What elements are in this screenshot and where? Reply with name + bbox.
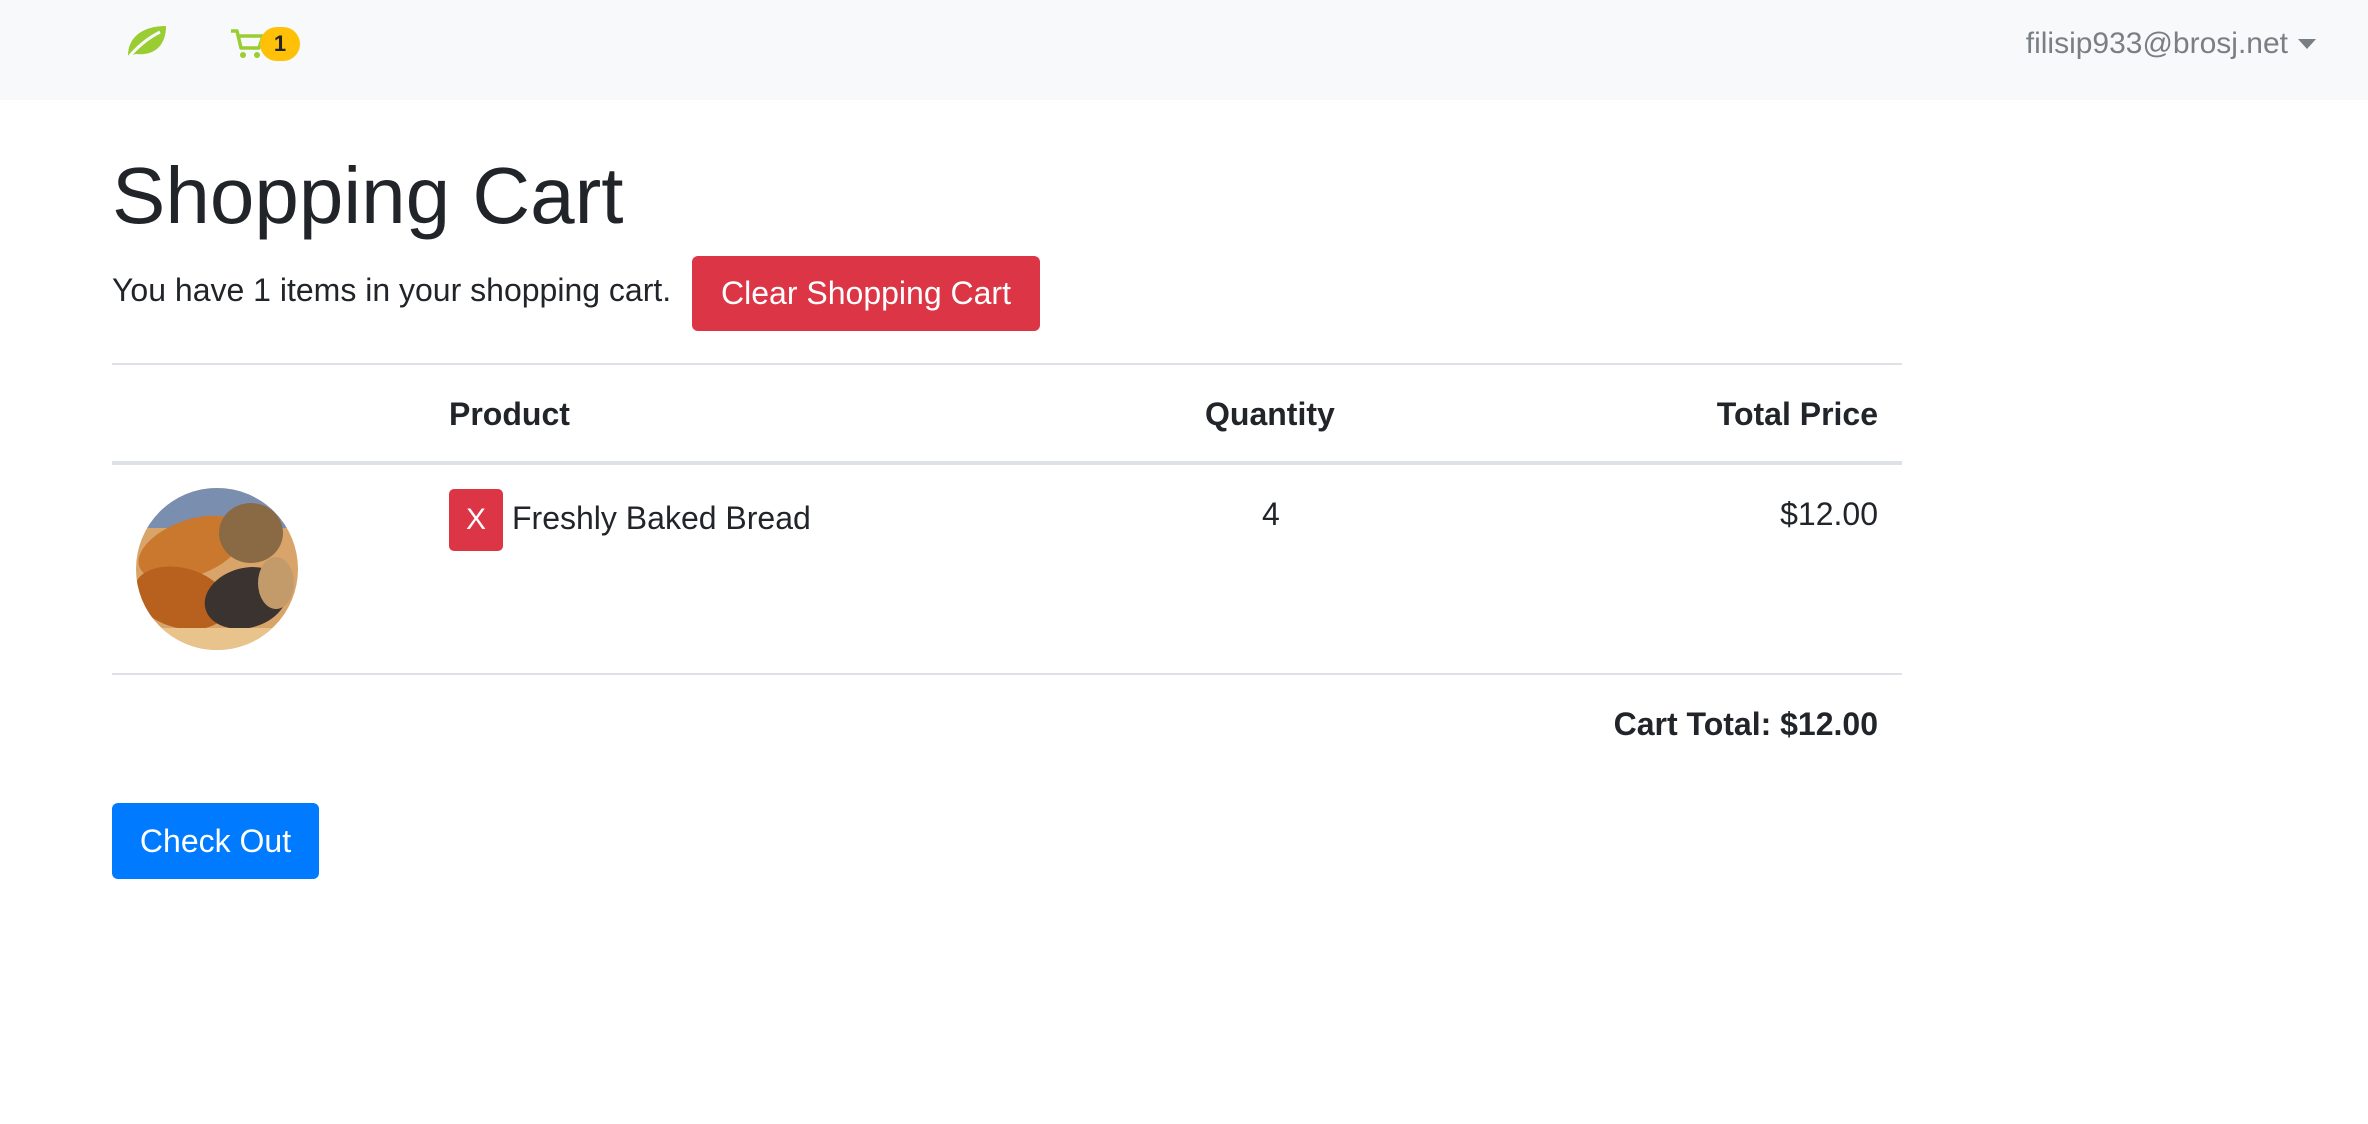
column-header-product: Product [449, 396, 570, 432]
checkout-button[interactable]: Check Out [112, 803, 319, 879]
bread-photo [136, 488, 298, 650]
cart-count-badge: 1 [260, 27, 300, 61]
column-header-quantity: Quantity [1205, 396, 1335, 432]
product-image [136, 488, 298, 650]
caret-down-icon [2298, 39, 2316, 49]
table-header-border [112, 461, 1902, 465]
user-email: filisip933@brosj.net [2025, 27, 2288, 60]
item-quantity: 4 [1262, 496, 1280, 532]
product-name: Freshly Baked Bread [512, 500, 811, 536]
remove-item-button[interactable]: X [449, 489, 503, 551]
cart-total: Cart Total: $12.00 [1613, 706, 1878, 742]
leaf-icon[interactable] [124, 22, 170, 62]
cart-summary: You have 1 items in your shopping cart. [112, 272, 672, 308]
table-row-border [112, 673, 1902, 675]
column-header-total-price: Total Price [1716, 396, 1878, 432]
user-menu-dropdown[interactable]: filisip933@brosj.net [2026, 22, 2316, 66]
page-title: Shopping Cart [112, 151, 624, 240]
table-top-border [112, 363, 1902, 365]
navbar: 1 filisip933@brosj.net [0, 0, 2368, 100]
cart-link[interactable]: 1 [230, 24, 310, 68]
item-total-price: $12.00 [1780, 496, 1878, 532]
clear-cart-button[interactable]: Clear Shopping Cart [692, 256, 1040, 331]
